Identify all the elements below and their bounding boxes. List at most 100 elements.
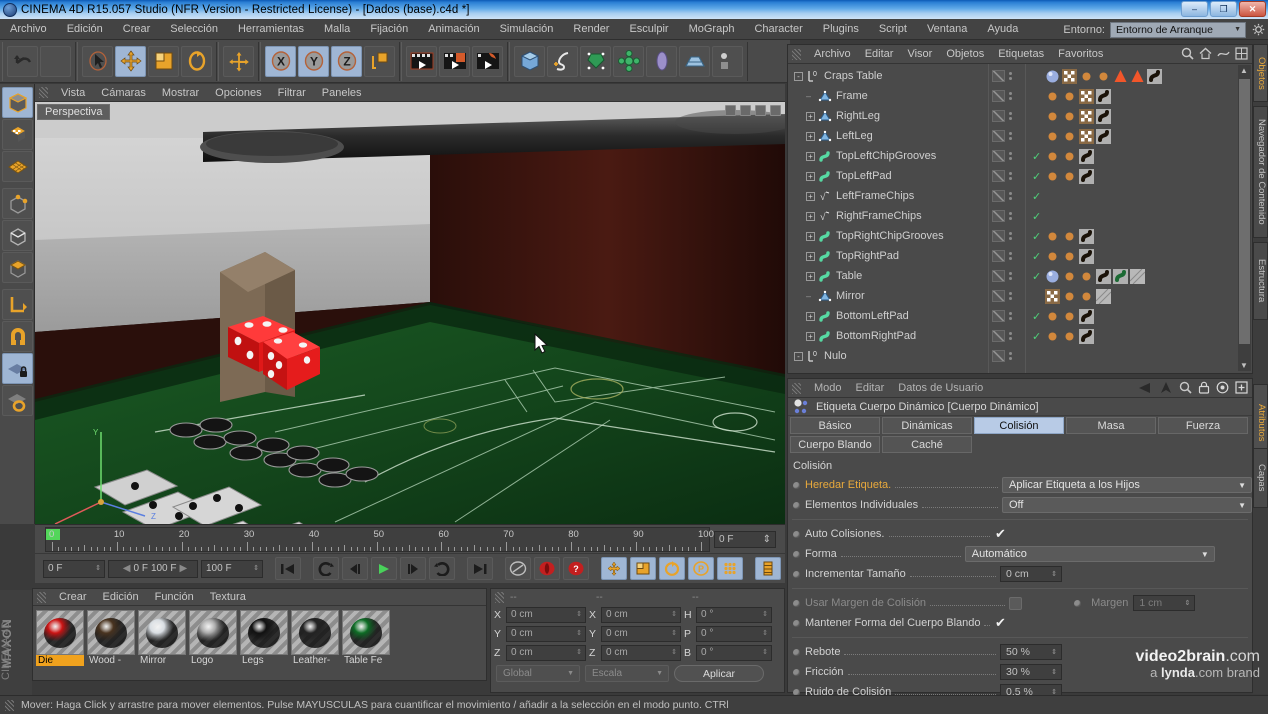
tag-dot-icon[interactable] [1062,249,1077,264]
keyframe-help-button[interactable]: ? [563,557,589,580]
tag-dot-icon[interactable] [1045,129,1060,144]
right-tab-capas[interactable]: Capas [1253,448,1268,508]
tag-dot-icon[interactable] [1045,89,1060,104]
viewport-menu-0[interactable]: Vista [53,84,93,102]
enable-axis-button[interactable] [2,321,33,352]
menu-item-7[interactable]: Animación [418,19,489,40]
tree-expander-icon[interactable]: + [806,211,815,221]
cube-primitive-button[interactable] [514,45,545,77]
visibility-toggle[interactable] [992,350,1005,362]
redo-button[interactable] [40,45,71,77]
play-forward-loop-button[interactable] [429,557,455,580]
viewport-menu-2[interactable]: Mostrar [154,84,207,102]
viewport-menu-5[interactable]: Paneles [314,84,370,102]
menu-item-11[interactable]: MoGraph [679,19,745,40]
autokey-button[interactable] [505,557,531,580]
tag-checker-icon[interactable] [1062,68,1077,84]
spinner-icon[interactable]: ⇕ [762,649,768,656]
target-icon[interactable] [1216,381,1229,394]
visibility-toggle[interactable] [992,250,1005,262]
editor-render-dots[interactable] [1009,92,1012,100]
undo-button[interactable] [7,45,38,77]
spinner-icon[interactable]: ⇕ [671,630,677,637]
material-item-0[interactable]: Die [36,610,84,666]
coordinate-rotation-field[interactable]: 0 ° ⇕ [696,644,772,661]
tag-dot-icon[interactable] [1079,269,1094,284]
margin-field[interactable]: 1 cm ⇕ [1133,595,1196,611]
property-bullet-icon[interactable] [1074,599,1082,607]
tag-hatch-icon[interactable] [1129,268,1146,284]
material-item-3[interactable]: Logo [189,610,237,666]
spinner-icon[interactable]: ⇕ [1184,600,1190,607]
property-number-field[interactable]: 30 % ⇕ [1000,664,1062,680]
viewport-menu-3[interactable]: Opciones [207,84,269,102]
tag-hatch-icon[interactable] [1095,288,1112,304]
tree-expander-icon[interactable]: + [806,271,815,281]
more-tools-button[interactable] [712,45,743,77]
layout-icon[interactable] [1235,47,1248,60]
spinner-icon[interactable]: ⇕ [576,611,582,618]
visibility-toggle[interactable] [992,90,1005,102]
material-item-1[interactable]: Wood - [87,610,135,666]
object-menu-3[interactable]: Objetos [939,48,991,60]
uv-mesh-button[interactable] [2,151,33,182]
record-scale-button[interactable] [630,557,656,580]
coordinate-mode-select[interactable]: Global ▼ [496,665,580,682]
curve-icon[interactable] [1217,47,1230,60]
texture-mode-button[interactable] [2,119,33,150]
property-select[interactable]: Off ▼ [1002,497,1252,513]
object-row-12[interactable]: + BottomLeftPad [788,306,988,326]
x-axis-lock-button[interactable]: X [265,45,296,77]
deformer-button[interactable] [613,45,644,77]
coordinate-position-field[interactable]: 0 cm ⇕ [506,644,586,661]
home-icon[interactable] [1199,47,1212,60]
editor-render-dots[interactable] [1009,312,1012,320]
editor-render-dots[interactable] [1009,252,1012,260]
scroll-down-icon[interactable]: ▼ [1240,361,1248,370]
tag-dot-icon[interactable] [1045,109,1060,124]
material-menu-3[interactable]: Textura [202,591,254,603]
tag-dynamics-green-icon[interactable] [1113,268,1128,284]
tag-dot-icon[interactable] [1079,69,1094,84]
tag-dot-icon[interactable] [1045,309,1060,324]
add-panel-icon[interactable] [1235,381,1248,394]
object-row-2[interactable]: + RightLeg [788,106,988,126]
visibility-toggle[interactable] [992,150,1005,162]
point-mode-button[interactable] [2,188,33,219]
nav-back-icon[interactable] [1137,382,1153,394]
coordinate-size-field[interactable]: 0 cm ⇕ [601,606,681,623]
panel-grip-icon[interactable] [5,699,14,711]
tag-dynamics-icon[interactable] [1079,308,1094,324]
panel-grip-icon[interactable] [792,382,801,394]
tab-caché[interactable]: Caché [882,436,972,453]
editor-render-dots[interactable] [1009,172,1012,180]
right-tab-estructura[interactable]: Estructura [1253,242,1268,320]
object-row-0[interactable]: - 0 Craps Table [788,66,988,86]
editor-render-dots[interactable] [1009,272,1012,280]
visibility-toggle[interactable] [992,210,1005,222]
property-select[interactable]: Automático ▼ [964,546,1215,562]
spinner-icon[interactable]: ⇕ [1051,649,1057,656]
start-frame-field[interactable]: 0 F ⇕ [43,559,105,578]
move-tool-button[interactable] [115,45,146,77]
property-bullet-icon[interactable] [793,648,800,656]
object-row-8[interactable]: + TopRightChipGrooves [788,226,988,246]
viewport-rotate-icon[interactable] [755,105,766,116]
object-scrollbar[interactable]: ▲ ▼ [1238,65,1251,371]
editor-render-dots[interactable] [1009,212,1012,220]
record-position-button[interactable] [601,557,627,580]
menu-item-0[interactable]: Archivo [0,19,57,40]
menu-item-4[interactable]: Herramientas [228,19,314,40]
tag-dot-icon[interactable] [1096,69,1111,84]
tab-básico[interactable]: Básico [790,417,880,434]
tag-dynamics-icon[interactable] [1079,328,1094,344]
select-tool-button[interactable] [82,45,113,77]
spinner-icon[interactable]: ⇕ [1051,571,1057,578]
current-frame-field[interactable]: 0 F ⇕ [714,530,776,548]
tag-dynamics-icon[interactable] [1079,248,1094,264]
tree-expander-icon[interactable]: + [806,251,815,261]
tab-dinámicas[interactable]: Dinámicas [882,417,972,434]
visibility-toggle[interactable] [992,230,1005,242]
object-row-1[interactable]: – Frame [788,86,988,106]
goto-end-button[interactable] [467,557,493,580]
